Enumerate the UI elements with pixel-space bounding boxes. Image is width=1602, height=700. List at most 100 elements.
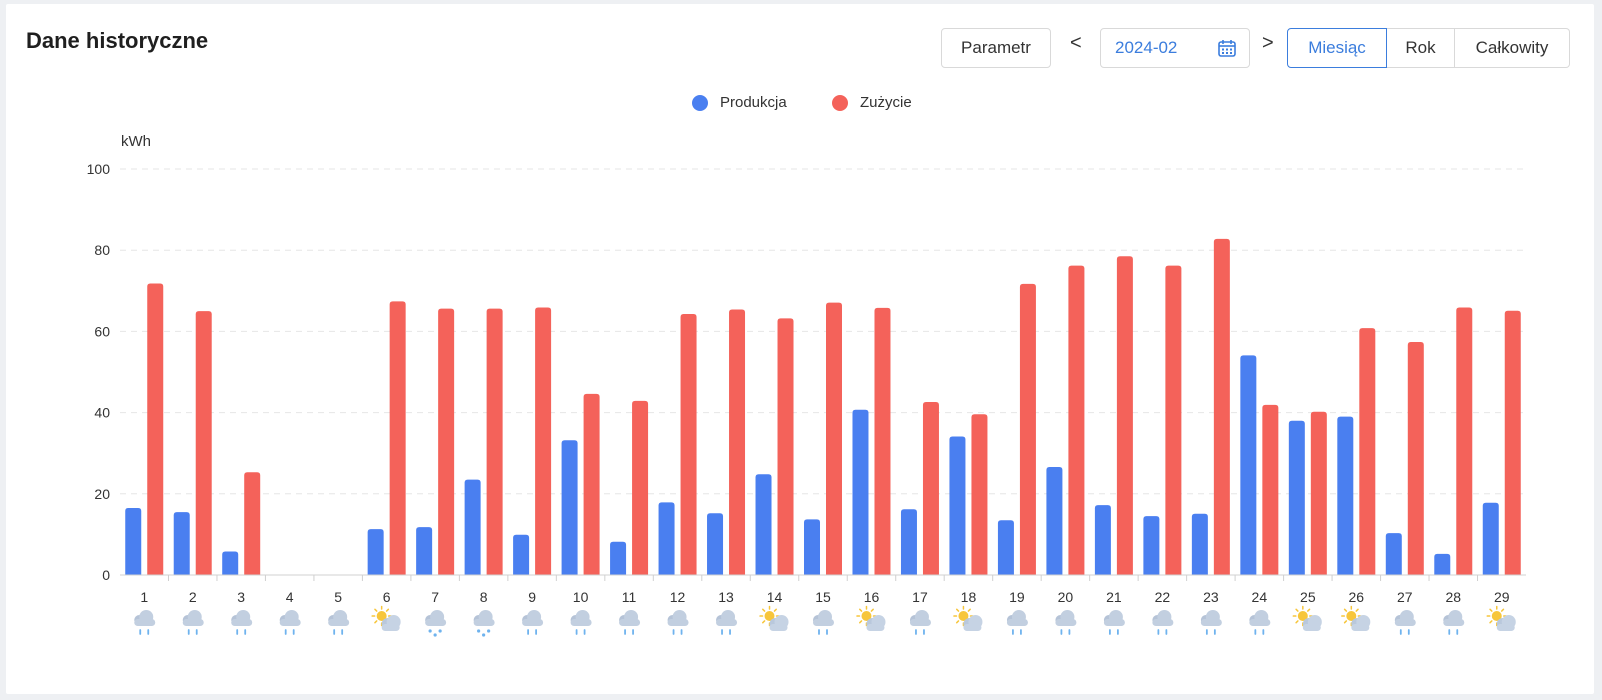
bar-production[interactable] xyxy=(1434,553,1451,575)
bar-production[interactable] xyxy=(416,527,433,575)
raindrops xyxy=(1399,629,1410,635)
partly-cloudy-icon xyxy=(371,605,401,631)
bar-consumption[interactable] xyxy=(922,402,939,575)
cloud-shape xyxy=(1200,610,1222,626)
bar-production[interactable] xyxy=(755,474,772,575)
raindrops xyxy=(1108,629,1119,635)
rain-icon xyxy=(1394,610,1416,635)
bar-production[interactable] xyxy=(658,502,675,575)
bar-consumption[interactable] xyxy=(1068,265,1085,575)
bar-consumption[interactable] xyxy=(1504,310,1521,575)
raindrops xyxy=(818,629,828,635)
x-tick-label: 26 xyxy=(1349,589,1365,605)
bar-production[interactable] xyxy=(852,409,869,575)
bar-production[interactable] xyxy=(707,513,724,575)
x-tick-label: 27 xyxy=(1397,589,1413,605)
bar-consumption[interactable] xyxy=(729,309,746,575)
bar-consumption[interactable] xyxy=(632,400,649,575)
raindrops xyxy=(721,629,731,635)
chart-bars xyxy=(125,238,1521,575)
bar-production[interactable] xyxy=(222,551,239,575)
bar-production[interactable] xyxy=(1385,533,1402,575)
bar-production[interactable] xyxy=(1191,513,1208,575)
bar-production[interactable] xyxy=(1094,505,1111,575)
partly-cloudy-icon xyxy=(1292,605,1322,631)
x-tick-label: 3 xyxy=(237,589,245,605)
rain-icon xyxy=(231,610,253,635)
cloud-shape xyxy=(328,610,350,626)
raindrops xyxy=(1448,629,1459,635)
bar-production[interactable] xyxy=(997,520,1014,575)
bar-production[interactable] xyxy=(1337,416,1354,575)
y-tick-label: 100 xyxy=(87,161,111,177)
bar-production[interactable] xyxy=(1143,516,1160,575)
raindrops xyxy=(1012,629,1022,635)
bar-consumption[interactable] xyxy=(147,283,164,575)
x-tick-label: 7 xyxy=(431,589,439,605)
bar-production[interactable] xyxy=(367,529,384,575)
bar-production[interactable] xyxy=(1288,420,1305,575)
bar-chart: 020406080100 kWh 1 2 3 4 5 6 7 8 9 10 11 12 13 14 15 16… xyxy=(87,133,1526,637)
raindrops xyxy=(624,629,634,635)
bar-consumption[interactable] xyxy=(244,472,261,575)
bar-consumption[interactable] xyxy=(874,307,891,575)
cloud-shape xyxy=(1152,610,1174,626)
bar-consumption[interactable] xyxy=(583,393,600,575)
weather-row xyxy=(134,605,1516,637)
bar-consumption[interactable] xyxy=(535,307,552,575)
bar-consumption[interactable] xyxy=(1310,411,1327,575)
x-tick-label: 20 xyxy=(1058,589,1074,605)
x-tick-label: 8 xyxy=(480,589,488,605)
x-tick-label: 24 xyxy=(1252,589,1268,605)
raindrops xyxy=(527,629,538,635)
bar-consumption[interactable] xyxy=(1456,307,1473,575)
bar-production[interactable] xyxy=(561,440,578,575)
x-tick-label: 22 xyxy=(1155,589,1171,605)
bar-production[interactable] xyxy=(1046,467,1063,575)
bar-production[interactable] xyxy=(1482,502,1499,575)
rain-icon xyxy=(1443,610,1465,635)
raindrops xyxy=(284,629,295,635)
rain-icon xyxy=(1103,610,1125,635)
raindrops xyxy=(187,629,198,635)
bar-production[interactable] xyxy=(610,541,627,575)
bar-production[interactable] xyxy=(173,512,190,575)
x-tick-label: 15 xyxy=(815,589,831,605)
bar-consumption[interactable] xyxy=(1165,265,1182,575)
y-tick-label: 20 xyxy=(94,486,110,502)
bar-consumption[interactable] xyxy=(195,311,212,575)
rain-icon xyxy=(813,610,834,635)
x-axis: 1 2 3 4 5 6 7 8 9 10 11 12 13 14 15 16 17 18 19 20 21 22 23 24 2… xyxy=(120,574,1526,605)
bar-consumption[interactable] xyxy=(826,302,842,575)
rain-icon xyxy=(522,610,544,635)
raindrops xyxy=(1157,629,1168,635)
bar-consumption[interactable] xyxy=(971,414,988,575)
bar-production[interactable] xyxy=(464,479,481,575)
bar-consumption[interactable] xyxy=(389,301,406,575)
cloud-shape xyxy=(716,610,738,626)
bar-production[interactable] xyxy=(900,509,917,575)
bar-consumption[interactable] xyxy=(1262,404,1279,575)
bar-consumption[interactable] xyxy=(1359,328,1376,575)
bar-production[interactable] xyxy=(125,508,142,575)
raindrops xyxy=(1205,629,1216,635)
bar-consumption[interactable] xyxy=(680,313,697,575)
raindrops xyxy=(333,629,344,635)
rain-icon xyxy=(1152,610,1174,635)
bar-consumption[interactable] xyxy=(1213,238,1230,575)
bar-production[interactable] xyxy=(513,534,530,575)
rain-icon xyxy=(570,610,592,635)
raindrops xyxy=(236,629,247,635)
bar-consumption[interactable] xyxy=(1407,341,1424,575)
bar-production[interactable] xyxy=(804,519,820,575)
bar-consumption[interactable] xyxy=(438,308,455,575)
bar-consumption[interactable] xyxy=(486,308,503,575)
bar-production[interactable] xyxy=(1240,355,1257,575)
bar-production[interactable] xyxy=(949,436,966,575)
bar-consumption[interactable] xyxy=(777,318,794,575)
bar-consumption[interactable] xyxy=(1019,283,1036,575)
rain-icon xyxy=(667,610,689,635)
bar-consumption[interactable] xyxy=(1116,256,1133,575)
cloud-shape xyxy=(667,610,689,626)
raindrops xyxy=(1060,629,1071,635)
